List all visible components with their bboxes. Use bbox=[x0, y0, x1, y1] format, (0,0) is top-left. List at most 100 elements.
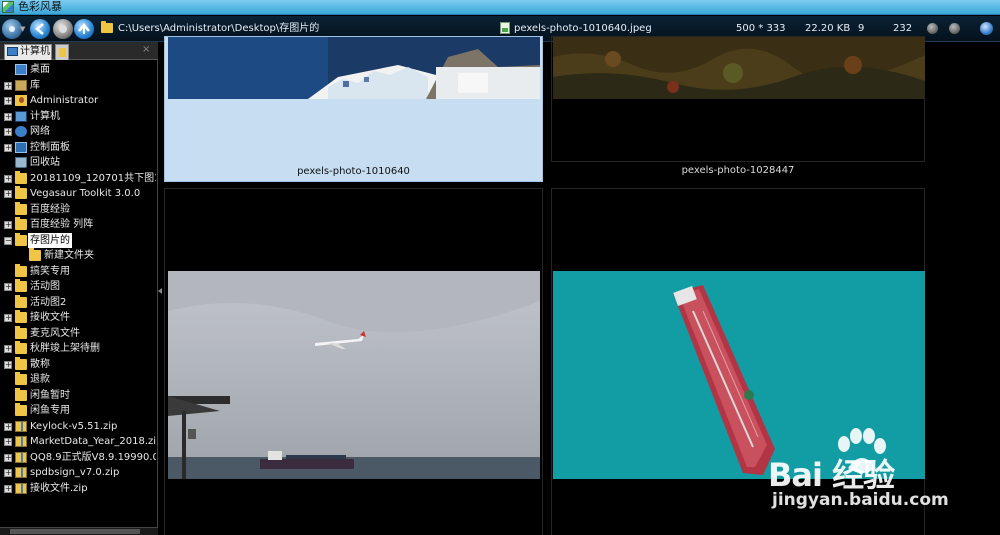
tree-item[interactable]: 闲鱼暂时 bbox=[4, 387, 150, 403]
status-dot-icon[interactable] bbox=[927, 23, 938, 34]
recycle-bin-icon bbox=[15, 157, 27, 168]
desktop-icon bbox=[15, 64, 27, 75]
tree-expander[interactable]: + bbox=[4, 345, 12, 353]
tree-item-label: spdbsign_v7.0.zip bbox=[30, 467, 120, 478]
tree-item[interactable]: + 网络 bbox=[4, 124, 150, 139]
tree-expander[interactable]: + bbox=[4, 112, 12, 121]
back-button[interactable] bbox=[30, 19, 50, 39]
tree-item[interactable]: + QQ8.9正式版V8.9.19990.0 P bbox=[4, 450, 156, 465]
tree-item[interactable]: 百度经验 bbox=[4, 201, 150, 217]
tree-item[interactable]: 回收站 bbox=[4, 155, 150, 170]
thumbnail-image bbox=[553, 37, 925, 99]
control-panel-icon bbox=[15, 141, 27, 153]
thumbnail-caption: pexels-photo-1028447 bbox=[681, 165, 795, 176]
chevron-down-icon[interactable]: ▼ bbox=[20, 26, 26, 33]
folder-icon bbox=[15, 403, 27, 416]
watermark-url: jingyan.baidu.com bbox=[772, 490, 949, 510]
tree-expander[interactable]: + bbox=[4, 143, 12, 152]
tree-item[interactable]: + Keylock-v5.51.zip bbox=[4, 419, 150, 434]
tree-item-label: 存图片的 bbox=[28, 232, 72, 248]
tree-item-label: 闲鱼暂时 bbox=[30, 389, 70, 401]
tree-item[interactable]: + 百度经验 列阵 bbox=[4, 217, 150, 232]
tree-item[interactable]: + 控制面板 bbox=[4, 140, 150, 155]
folder-icon bbox=[15, 263, 27, 277]
tree-item[interactable]: 闲鱼专用 bbox=[4, 403, 150, 418]
zip-icon bbox=[15, 420, 27, 432]
tree-item-label: 控制面板 bbox=[30, 141, 70, 153]
image-dimensions: 500 * 333 bbox=[736, 23, 786, 34]
tree-item[interactable]: + Administrator bbox=[4, 93, 150, 108]
folder-icon bbox=[15, 232, 27, 246]
title-bar[interactable]: 色彩风暴 bbox=[0, 0, 1000, 15]
tree-item-label: 接收文件 bbox=[30, 312, 70, 323]
tree-item-label: 网络 bbox=[30, 126, 50, 137]
tree-item[interactable]: +20181109_120701共下图1个 bbox=[4, 170, 156, 186]
tree-item[interactable]: 活动图2 bbox=[4, 294, 150, 310]
tree-item[interactable]: − 存图片的 bbox=[4, 232, 150, 248]
tree-item[interactable]: + 计算机 bbox=[4, 109, 150, 124]
tree-item-label: 麦克风文件 bbox=[30, 327, 80, 339]
tree-item[interactable]: + 接收文件.zip bbox=[4, 481, 150, 496]
horizontal-scrollbar[interactable] bbox=[0, 527, 158, 535]
tree-expander[interactable]: + bbox=[4, 283, 12, 291]
tree-expander[interactable]: + bbox=[4, 360, 12, 369]
scrollbar-thumb[interactable] bbox=[10, 529, 140, 534]
tree-expander[interactable]: + bbox=[4, 81, 12, 90]
tree-expander[interactable]: + bbox=[4, 128, 12, 136]
panel-tabs: 计算机 × bbox=[0, 42, 158, 60]
tree-expander[interactable]: + bbox=[4, 469, 12, 477]
image-file-icon bbox=[500, 22, 510, 34]
folder-icon bbox=[15, 341, 27, 354]
tree-item[interactable]: 搞笑专用 bbox=[4, 263, 150, 279]
tab-computer[interactable]: 计算机 bbox=[4, 44, 52, 60]
tree-item-label: 秋胖竣上架待删 bbox=[30, 343, 100, 354]
forward-button[interactable] bbox=[53, 19, 73, 39]
tree-expander[interactable]: + bbox=[4, 174, 12, 183]
tree-expander[interactable]: + bbox=[4, 97, 12, 105]
close-icon[interactable]: × bbox=[142, 44, 150, 56]
up-folder-button[interactable] bbox=[74, 19, 94, 39]
zip-icon bbox=[15, 482, 27, 494]
tree-item-label: 散称 bbox=[30, 358, 50, 370]
image-index: 9 bbox=[858, 23, 865, 34]
thumbnail-cell[interactable]: pexels-photo-1028447 bbox=[551, 36, 925, 176]
computer-icon bbox=[7, 47, 18, 56]
info-button[interactable] bbox=[980, 22, 993, 35]
tree-expander[interactable]: + bbox=[4, 438, 12, 446]
folder-icon bbox=[15, 325, 27, 339]
tree-item[interactable]: 退款 bbox=[4, 372, 150, 387]
tree-expander[interactable]: + bbox=[4, 422, 12, 431]
tree-item[interactable]: + Vegasaur Toolkit 3.0.0 bbox=[4, 186, 150, 201]
tree-item-label: MarketData_Year_2018.zip bbox=[30, 436, 156, 447]
tree-expander[interactable]: + bbox=[4, 190, 12, 198]
folder-icon bbox=[15, 356, 27, 370]
tree-item[interactable]: + 库 bbox=[4, 78, 150, 93]
tree-item[interactable]: + 接收文件 bbox=[4, 310, 150, 325]
path-breadcrumb[interactable]: C:\Users\Administrator\Desktop\存图片的 bbox=[118, 22, 319, 35]
tree-item[interactable]: + 秋胖竣上架待删 bbox=[4, 341, 150, 356]
thumbnail-cell[interactable] bbox=[164, 188, 543, 535]
folder-icon bbox=[15, 170, 27, 184]
tab-favorites[interactable] bbox=[55, 44, 69, 60]
tree-item[interactable]: + MarketData_Year_2018.zip bbox=[4, 434, 156, 449]
baidu-watermark: Bai 经验 jingyan.baidu.com bbox=[760, 428, 1000, 528]
tree-expander[interactable]: + bbox=[4, 453, 12, 462]
tree-item[interactable]: + spdbsign_v7.0.zip bbox=[4, 465, 150, 480]
tree-item[interactable]: + 活动图 bbox=[4, 279, 150, 294]
tree-item-label: 新建文件夹 bbox=[44, 250, 94, 261]
status-dot-icon[interactable] bbox=[949, 23, 960, 34]
tree-expander[interactable]: + bbox=[4, 221, 12, 229]
tree-item[interactable]: + 散称 bbox=[4, 356, 150, 372]
tree-expander[interactable]: + bbox=[4, 314, 12, 322]
file-size: 22.20 KB bbox=[805, 23, 851, 34]
tree-expander[interactable]: + bbox=[4, 484, 12, 493]
tree-expander[interactable]: − bbox=[4, 236, 12, 245]
tree-item[interactable]: 麦克风文件 bbox=[4, 325, 150, 341]
tree-item-label: 百度经验 bbox=[30, 203, 70, 215]
settings-button[interactable] bbox=[2, 19, 22, 39]
tree-item[interactable]: 桌面 bbox=[4, 62, 150, 77]
tree-item[interactable]: 新建文件夹 bbox=[18, 248, 150, 263]
tree-item-label: Keylock-v5.51.zip bbox=[30, 420, 118, 432]
thumbnail-cell[interactable]: pexels-photo-1010640 bbox=[164, 36, 543, 182]
app-icon bbox=[2, 1, 14, 13]
